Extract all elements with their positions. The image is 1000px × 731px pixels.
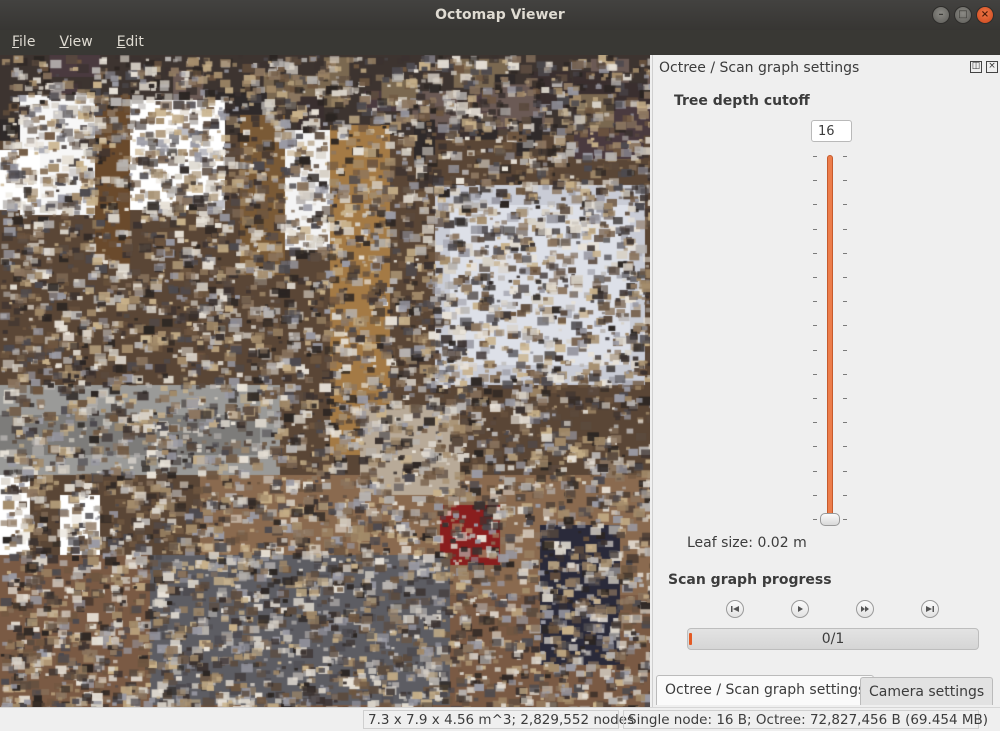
slider-tick xyxy=(843,277,847,278)
dock-close-icon[interactable]: × xyxy=(986,61,998,73)
menu-file[interactable]: File xyxy=(0,30,47,55)
menu-file-label: ile xyxy=(19,34,36,50)
voxel-scene-render[interactable] xyxy=(0,55,650,707)
menu-view-label: iew xyxy=(68,34,93,50)
leaf-size-label: Leaf size: xyxy=(687,535,753,551)
slider-tick xyxy=(843,373,847,375)
tree-depth-label: Tree depth cutoff xyxy=(674,93,810,109)
slider-tick xyxy=(813,349,817,351)
octomap-3d-viewport[interactable] xyxy=(0,55,650,707)
slider-tick xyxy=(843,422,847,424)
settings-dock: Octree / Scan graph settings ◫ × Tree de… xyxy=(652,55,1000,707)
undock-icon[interactable]: ◫ xyxy=(970,61,982,73)
slider-tick xyxy=(813,228,817,230)
slider-tick xyxy=(813,277,817,278)
menu-edit-label: dit xyxy=(125,34,144,50)
slider-tick xyxy=(843,349,847,351)
menu-edit-accel: E xyxy=(116,34,126,50)
dock-title: Octree / Scan graph settings xyxy=(659,60,860,76)
tree-depth-spinbox[interactable]: 16 xyxy=(811,120,852,142)
slider-tick xyxy=(843,301,847,303)
rewind-button[interactable] xyxy=(726,600,744,618)
fast-forward-icon xyxy=(861,606,869,612)
leaf-size-value: 0.02 m xyxy=(757,535,807,551)
slider-tick xyxy=(813,519,817,520)
slider-tick xyxy=(843,446,847,448)
tree-depth-slider[interactable] xyxy=(827,155,833,521)
step-forward-button[interactable] xyxy=(856,600,874,618)
statusbar: 7.3 x 7.9 x 4.56 m^3; 2,829,552 nodes Si… xyxy=(0,707,1000,731)
menu-view-accel: V xyxy=(59,34,69,50)
slider-tick xyxy=(813,470,817,472)
slider-tick xyxy=(813,252,817,254)
slider-tick xyxy=(843,398,847,399)
tree-depth-slider-handle[interactable] xyxy=(820,513,840,526)
window-titlebar: Octomap Viewer – □ × xyxy=(0,0,1000,30)
scan-progress-label: Scan graph progress xyxy=(668,572,832,588)
slider-tick xyxy=(843,494,847,496)
slider-tick xyxy=(843,325,847,327)
menu-file-accel: F xyxy=(12,34,20,50)
scan-progress-text: 0/1 xyxy=(821,631,845,647)
scan-progress-bar: 0/1 xyxy=(687,628,979,650)
slider-tick xyxy=(843,228,847,230)
slider-tick xyxy=(843,180,847,182)
slider-tick xyxy=(843,519,847,520)
leaf-size-row: Leaf size: 0.02 m xyxy=(687,535,807,551)
skip-to-end-icon xyxy=(926,606,934,612)
slider-tick xyxy=(843,252,847,254)
slider-tick xyxy=(813,204,817,206)
window-title: Octomap Viewer xyxy=(435,7,565,23)
slider-tick xyxy=(813,325,817,327)
maximize-icon[interactable]: □ xyxy=(954,6,972,24)
status-memory: Single node: 16 B; Octree: 72,827,456 B … xyxy=(623,710,988,729)
close-icon[interactable]: × xyxy=(976,6,994,24)
slider-tick xyxy=(813,180,817,182)
menu-view[interactable]: View xyxy=(47,30,104,55)
skip-to-end-button[interactable] xyxy=(921,600,939,618)
slider-tick xyxy=(843,204,847,206)
menubar: File View Edit xyxy=(0,30,1000,55)
status-volume-nodes: 7.3 x 7.9 x 4.56 m^3; 2,829,552 nodes xyxy=(363,710,634,729)
slider-tick xyxy=(843,470,847,472)
slider-tick xyxy=(813,301,817,303)
slider-tick xyxy=(813,398,817,399)
menu-edit[interactable]: Edit xyxy=(105,30,156,55)
slider-tick xyxy=(813,373,817,375)
play-icon xyxy=(798,606,803,612)
slider-tick xyxy=(813,446,817,448)
slider-tick xyxy=(813,494,817,496)
slider-tick xyxy=(813,156,817,157)
window-controls: – □ × xyxy=(932,6,994,24)
slider-tick xyxy=(843,156,847,157)
play-button[interactable] xyxy=(791,600,809,618)
skip-to-start-icon xyxy=(731,606,739,612)
tab-camera-settings[interactable]: Camera settings xyxy=(860,677,994,705)
minimize-icon[interactable]: – xyxy=(932,6,950,24)
tab-octree-settings[interactable]: Octree / Scan graph settings xyxy=(656,675,875,705)
slider-tick xyxy=(813,422,817,424)
